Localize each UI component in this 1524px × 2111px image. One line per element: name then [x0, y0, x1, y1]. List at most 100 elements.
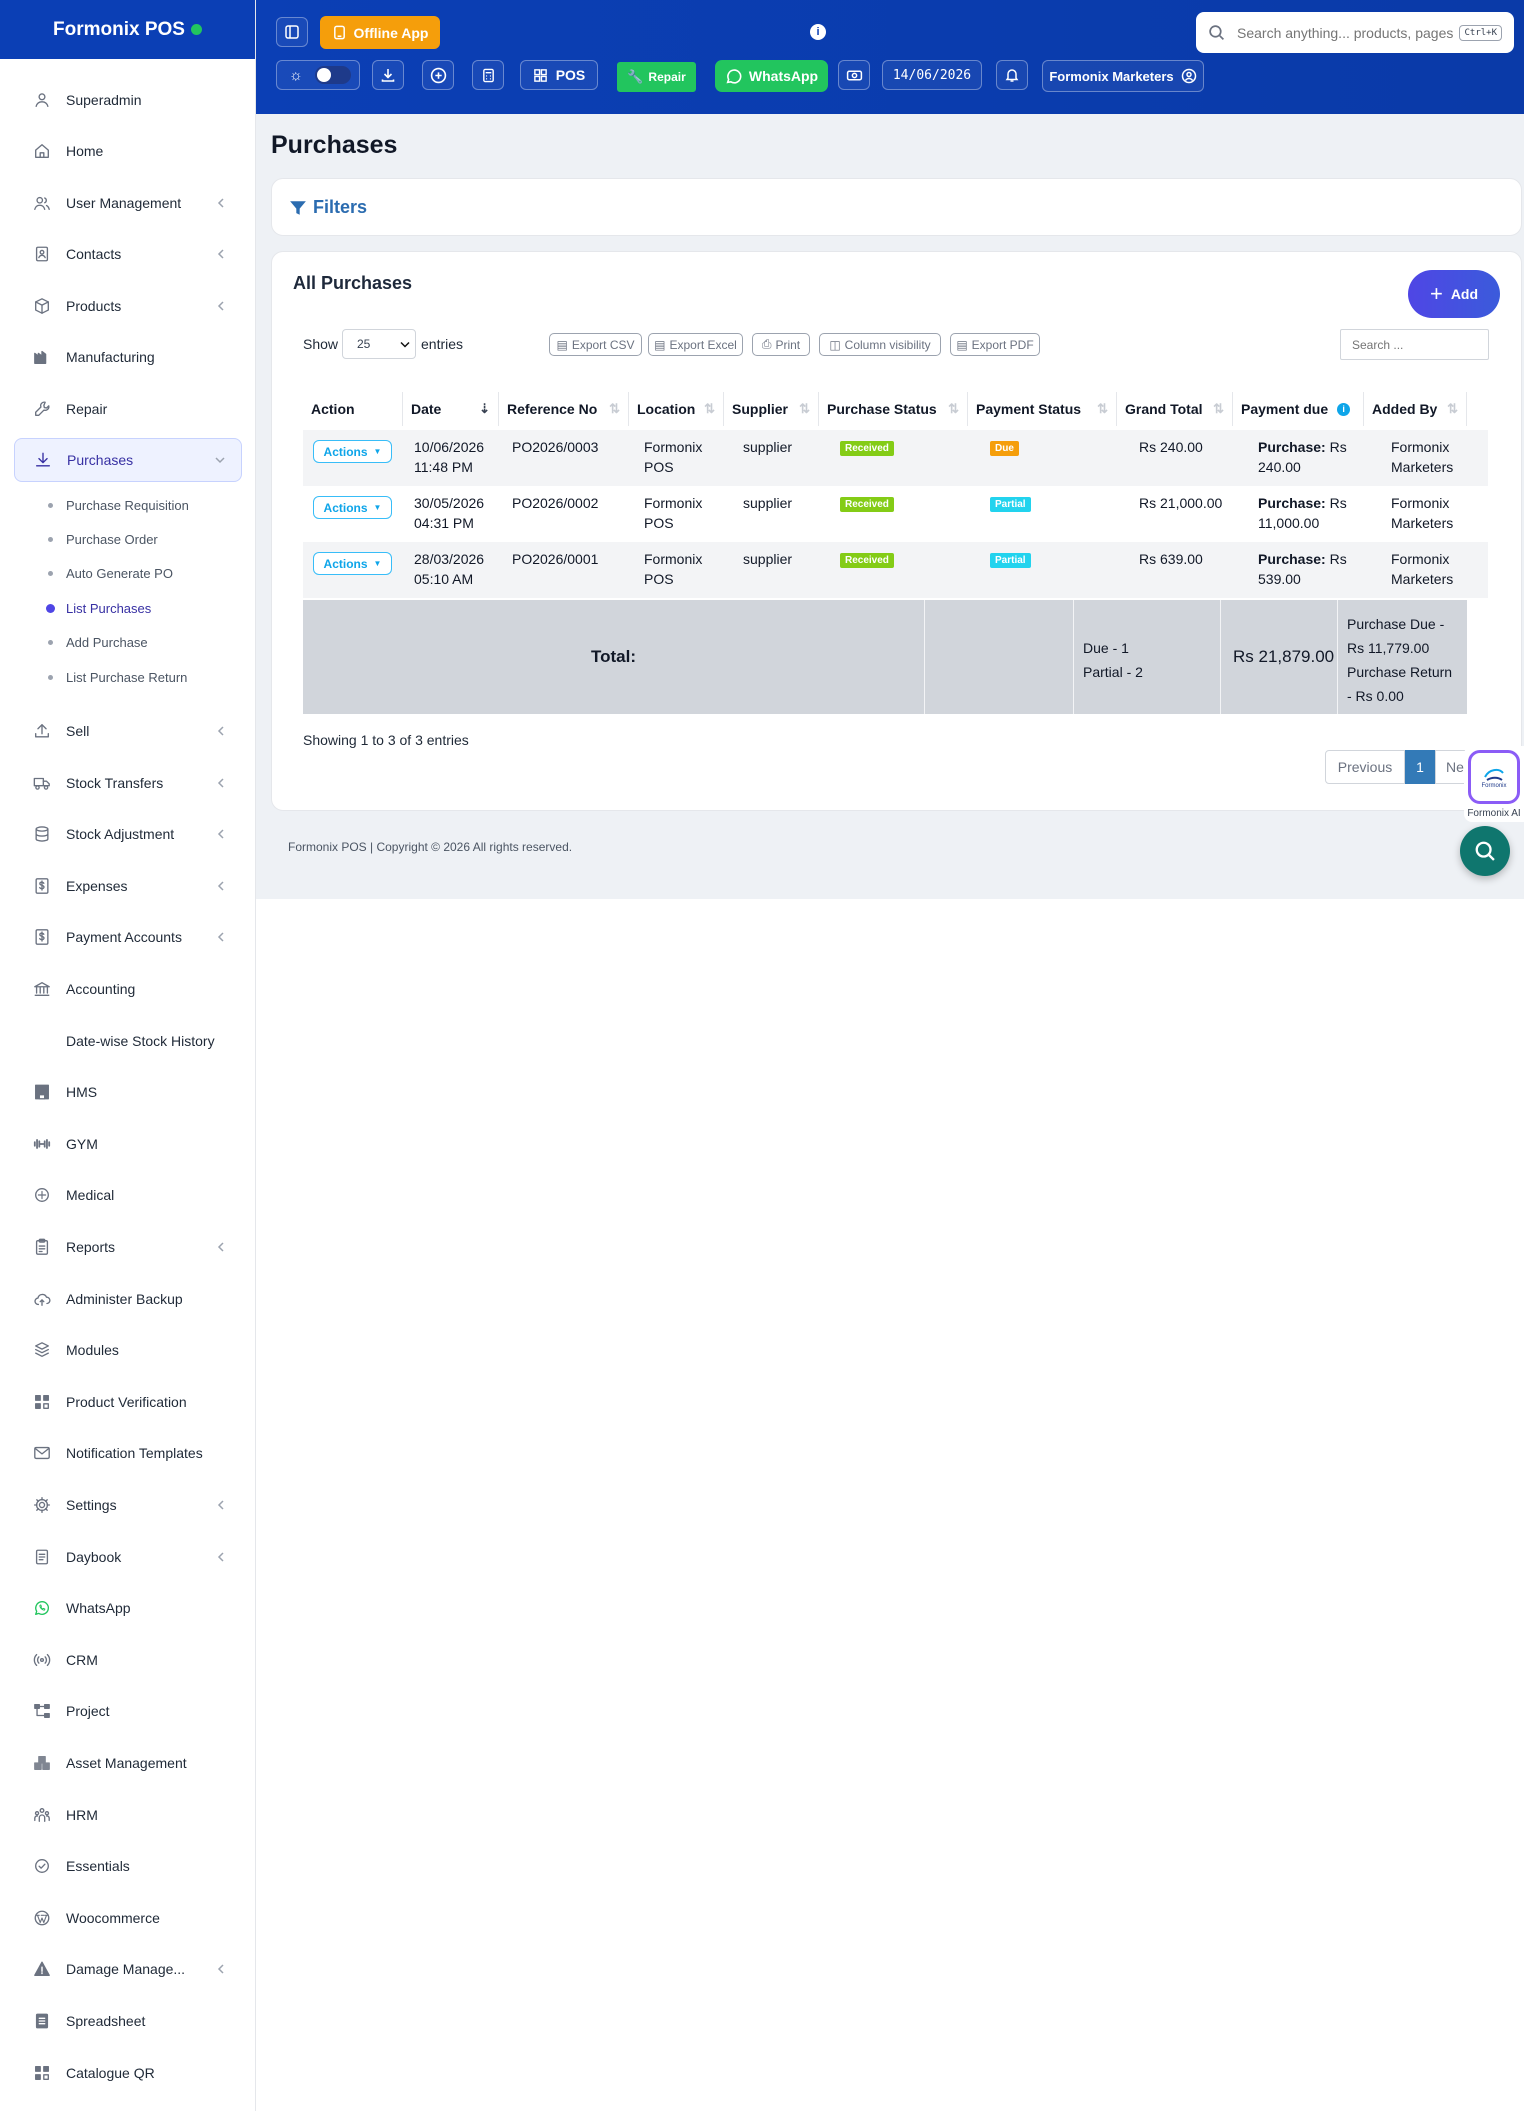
page-1-button[interactable]: 1: [1405, 750, 1435, 784]
export-pdf-button[interactable]: ▤ Export PDF: [950, 333, 1040, 356]
reference-no[interactable]: PO2026/0002: [512, 493, 598, 513]
export-excel-button[interactable]: ▤ Export Excel: [648, 333, 743, 356]
sidebar-toggle-button[interactable]: [276, 17, 308, 47]
sidebar-item-product-verification[interactable]: Product Verification: [14, 1380, 242, 1424]
notifications-button[interactable]: [996, 60, 1028, 90]
repair-button[interactable]: 🔧 Repair: [617, 62, 696, 92]
sidebar-item-catalogue-qr[interactable]: Catalogue QR: [14, 2051, 242, 2095]
column-header-supplier[interactable]: Supplier ⇅: [724, 392, 819, 426]
entries-select[interactable]: 25: [342, 329, 416, 359]
date-display[interactable]: 14/06/2026: [882, 60, 982, 90]
whatsapp-button[interactable]: WhatsApp: [715, 60, 828, 92]
sidebar-item-asset-management[interactable]: Asset Management: [14, 1741, 242, 1785]
reference-no[interactable]: PO2026/0003: [512, 437, 598, 457]
sidebar-item-products[interactable]: Products: [14, 284, 242, 328]
sidebar-item-crm[interactable]: CRM: [14, 1638, 242, 1682]
sidebar-item-stock-transfers[interactable]: Stock Transfers: [14, 761, 242, 805]
filters-toggle[interactable]: Filters: [289, 197, 367, 218]
column-header-date[interactable]: Date ⇣: [403, 392, 499, 426]
sidebar-item-hrm[interactable]: HRM: [14, 1793, 242, 1837]
actions-dropdown-button[interactable]: Actions ▼: [313, 552, 392, 575]
add-circle-button[interactable]: [422, 60, 454, 90]
ai-logo-icon: [1484, 768, 1504, 781]
sidebar-item-project[interactable]: Project: [14, 1689, 242, 1733]
sidebar-item-superadmin[interactable]: Superadmin: [14, 78, 242, 122]
sidebar-subitem-list-purchases[interactable]: List Purchases: [46, 596, 151, 620]
sidebar-subitem-add-purchase[interactable]: Add Purchase: [48, 630, 148, 654]
offline-app-button[interactable]: Offline App: [320, 16, 440, 49]
reference-no[interactable]: PO2026/0001: [512, 549, 598, 569]
sidebar-item-accounting[interactable]: Accounting: [14, 967, 242, 1011]
qr-icon: [32, 2063, 52, 2083]
add-button[interactable]: + Add: [1408, 270, 1500, 318]
info-icon[interactable]: i: [810, 24, 826, 40]
brand-header[interactable]: Formonix POS: [0, 0, 255, 59]
payment-status-badge[interactable]: Partial: [990, 497, 1031, 512]
formonix-ai-widget[interactable]: Formonix Formonix AI: [1464, 746, 1524, 822]
print-button[interactable]: ⎙ Print: [752, 333, 810, 356]
sidebar-item-purchases[interactable]: Purchases: [14, 438, 242, 482]
sidebar-item-whatsapp[interactable]: WhatsApp: [14, 1586, 242, 1630]
sidebar-item-stock-adjustment[interactable]: Stock Adjustment: [14, 812, 242, 856]
table-search-input[interactable]: [1340, 329, 1489, 360]
sidebar-item-repair[interactable]: Repair: [14, 387, 242, 431]
filters-card[interactable]: Filters: [271, 178, 1522, 236]
sidebar-subitem-list-purchase-return[interactable]: List Purchase Return: [48, 665, 187, 689]
column-header-location[interactable]: Location ⇅: [629, 392, 724, 426]
sidebar-item-sell[interactable]: Sell: [14, 709, 242, 753]
payment-status-badge[interactable]: Due: [990, 441, 1019, 456]
sidebar-subitem-purchase-order[interactable]: Purchase Order: [48, 527, 158, 551]
caret-down-icon: ▼: [373, 447, 382, 456]
theme-switch[interactable]: [314, 66, 351, 84]
pos-button[interactable]: POS: [520, 60, 598, 90]
search-fab[interactable]: [1460, 826, 1510, 876]
columns-icon: ◫: [829, 337, 841, 352]
sidebar-subitem-auto-generate-po[interactable]: Auto Generate PO: [48, 561, 173, 585]
business-menu-button[interactable]: Formonix Marketers: [1042, 60, 1204, 92]
column-header-purchase-status[interactable]: Purchase Status ⇅: [819, 392, 968, 426]
calculator-button[interactable]: [472, 60, 504, 90]
purchase-status-badge: Received: [840, 553, 894, 568]
payment-status-badge[interactable]: Partial: [990, 553, 1031, 568]
download-button[interactable]: [372, 60, 404, 90]
sidebar-item-medical[interactable]: Medical: [14, 1173, 242, 1217]
column-header-reference-no[interactable]: Reference No ⇅: [499, 392, 629, 426]
sidebar-item-date-wise-stock-history[interactable]: Date-wise Stock History: [14, 1019, 242, 1063]
sidebar-item-woocommerce[interactable]: Woocommerce: [14, 1896, 242, 1940]
sidebar-item-settings[interactable]: Settings: [14, 1483, 242, 1527]
sidebar-item-contacts[interactable]: Contacts: [14, 232, 242, 276]
sidebar-item-hms[interactable]: HMS: [14, 1070, 242, 1114]
next-button[interactable]: Next: [1435, 750, 1467, 784]
sidebar-item-modules[interactable]: Modules: [14, 1328, 242, 1372]
column-header-added-by[interactable]: Added By ⇅: [1364, 392, 1467, 426]
actions-dropdown-button[interactable]: Actions ▼: [313, 440, 392, 463]
sidebar-subitem-purchase-requisition[interactable]: Purchase Requisition: [48, 493, 189, 517]
actions-dropdown-button[interactable]: Actions ▼: [313, 496, 392, 519]
column-visibility-button[interactable]: ◫ Column visibility: [819, 333, 941, 356]
sidebar-item-essentials[interactable]: Essentials: [14, 1844, 242, 1888]
sidebar-item-administer-backup[interactable]: Administer Backup: [14, 1277, 242, 1321]
global-search-input[interactable]: [1237, 24, 1460, 41]
camera-button[interactable]: [838, 60, 870, 90]
sidebar-item-manufacturing[interactable]: Manufacturing: [14, 335, 242, 379]
previous-button[interactable]: Previous: [1325, 750, 1405, 784]
column-header-payment-status[interactable]: Payment Status ⇅: [968, 392, 1117, 426]
sidebar-item-user-management[interactable]: User Management: [14, 181, 242, 225]
payment-due-currency: Rs: [1329, 551, 1347, 567]
sidebar-item-payment-accounts[interactable]: Payment Accounts: [14, 915, 242, 959]
sidebar-item-spreadsheet[interactable]: Spreadsheet: [14, 1999, 242, 2043]
column-header-grand-total[interactable]: Grand Total ⇅: [1117, 392, 1233, 426]
export-csv-button[interactable]: ▤ Export CSV: [549, 333, 642, 356]
sidebar-item-notification-templates[interactable]: Notification Templates: [14, 1431, 242, 1475]
column-header-payment-due[interactable]: Payment due i: [1233, 392, 1364, 426]
sidebar-item-gym[interactable]: GYM: [14, 1122, 242, 1166]
sidebar-item-daybook[interactable]: Daybook: [14, 1535, 242, 1579]
theme-toggle[interactable]: ☼: [276, 60, 360, 90]
sidebar-item-damage-manage[interactable]: Damage Manage...: [14, 1947, 242, 1991]
purchase-date: 30/05/2026 04:31 PM: [414, 493, 484, 533]
info-icon[interactable]: i: [1337, 402, 1351, 416]
sidebar-item-home[interactable]: Home: [14, 129, 242, 173]
sidebar-item-reports[interactable]: Reports: [14, 1225, 242, 1269]
global-search-box[interactable]: Ctrl+K: [1196, 12, 1514, 53]
sidebar-item-expenses[interactable]: Expenses: [14, 864, 242, 908]
